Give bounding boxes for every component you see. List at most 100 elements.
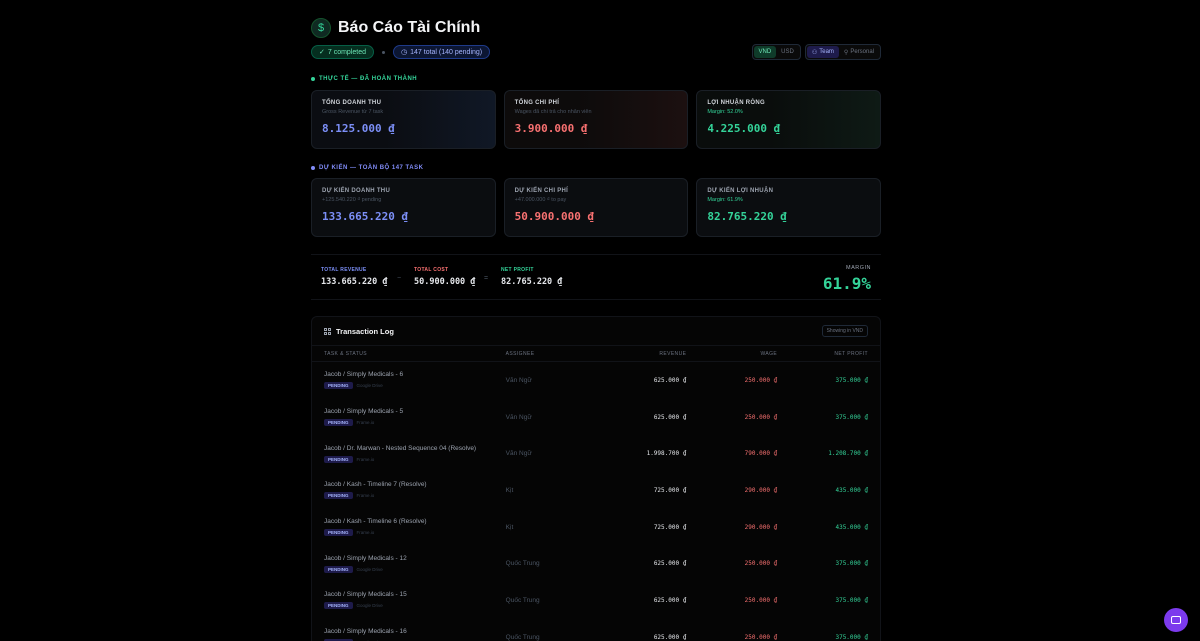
margin-label: MARGIN (846, 265, 871, 271)
column-header-assignee: ASSIGNEE (505, 350, 535, 357)
card-sub: Margin: 52.0% (707, 109, 743, 115)
table-row[interactable]: Jacob / Simply Medicals - 15 PENDING Googl… (312, 582, 880, 619)
assignee-cell: Kịt (505, 523, 514, 531)
projected-revenue-card: DỰ KIẾN DOANH THU +125.540.220 ₫ pending… (311, 178, 496, 237)
summary-revenue-label: TOTAL REVENUE (321, 267, 367, 273)
revenue-cell: 1.998.700 ₫ (646, 450, 687, 458)
status-chips: ✓ 7 completed ◷ 147 total (140 pending) (311, 45, 491, 59)
table-header: TASK & STATUS ASSIGNEE REVENUE WAGE NET … (312, 346, 880, 362)
summary-cost-label: TOTAL COST (414, 267, 449, 273)
card-value: 3.900.000 ₫ (514, 122, 588, 135)
column-header-task: TASK & STATUS (324, 350, 367, 357)
card-value: 50.900.000 ₫ (514, 210, 595, 223)
wage-cell: 790.000 ₫ (744, 450, 778, 458)
summary-profit: NET PROFIT 82.765.220 ₫ (501, 267, 562, 287)
transaction-log: Transaction Log Showing in VND TASK & ST… (311, 316, 881, 641)
assignee-cell: Kịt (505, 486, 514, 494)
net-profit-cell: 375.000 ₫ (835, 560, 868, 568)
card-label: DỰ KIẾN LỢI NHUẬN (707, 188, 774, 194)
table-row[interactable]: Jacob / Simply Medicals - 16PENDINGGoogl… (312, 619, 880, 641)
person-icon: ⚲ (843, 49, 849, 56)
wage-cell: 250.000 ₫ (744, 596, 778, 604)
task-source: Frame.io (356, 493, 375, 499)
task-source: Frame.io (356, 456, 375, 462)
task-name: Jacob / Simply Medicals - 15 (324, 591, 407, 599)
wage-cell: 250.000 ₫ (744, 376, 778, 384)
task-cell: Jacob / Simply Medicals - 12 PENDING Googl… (324, 555, 506, 573)
net-profit-cell: 375.000 ₫ (835, 413, 868, 421)
showing-currency-badge: Showing in VND (821, 325, 868, 337)
actual-profit-card: LỢI NHUẬN RÒNG Margin: 52.0% 4.225.000 ₫ (696, 90, 882, 149)
summary-cost-value: 50.900.000 ₫ (414, 277, 476, 287)
table-row[interactable]: Jacob / Kash - Timeline 6 (Resolve) PENDI… (312, 509, 880, 546)
minus-sign: − (397, 275, 402, 282)
scope-team-label: Team (819, 49, 834, 55)
task-name: Jacob / Simply Medicals - 16 (324, 628, 407, 636)
table-row[interactable]: Jacob / Simply Medicals - 6 PENDING Google… (312, 362, 880, 399)
currency-toggle: VND USD (751, 44, 801, 60)
currency-option-vnd[interactable]: VND (753, 46, 777, 58)
page-title: Báo Cáo Tài Chính (338, 19, 481, 36)
summary-revenue: TOTAL REVENUE 133.665.220 ₫ (321, 267, 388, 287)
log-header: Transaction Log Showing in VND (312, 317, 880, 346)
scope-option-team[interactable]: ⚇ Team (806, 46, 839, 58)
assignee-cell: Quốc Trung (505, 596, 540, 604)
table-row[interactable]: Jacob / Simply Medicals - 12 PENDING Googl… (312, 545, 880, 582)
projected-profit-card: DỰ KIẾN LỢI NHUẬN Margin: 61.9% 82.765.2… (696, 178, 882, 237)
section-dot-icon (311, 77, 315, 81)
scope-option-personal[interactable]: ⚲ Personal (839, 46, 879, 58)
assignee-cell: Văn Ngữ (505, 413, 532, 421)
status-badge: PENDING (324, 382, 353, 390)
task-name: Jacob / Simply Medicals - 12 (324, 554, 407, 562)
table-row[interactable]: Jacob / Kash - Timeline 7 (Resolve) PENDI… (312, 472, 880, 509)
task-name: Jacob / Kash - Timeline 6 (Resolve) (324, 518, 427, 526)
task-source: Google Drive (356, 566, 383, 572)
table-row[interactable]: Jacob / Simply Medicals - 5 PENDING Frame.… (312, 399, 880, 436)
task-source: Google Drive (356, 383, 383, 389)
projected-section-text: DỰ KIẾN — TOÀN BỘ 147 TASK (319, 165, 424, 171)
clock-icon: ◷ (401, 49, 408, 56)
actual-cards: TỔNG DOANH THU Gross Revenue từ 7 task 8… (311, 90, 882, 149)
task-source: Frame.io (356, 530, 375, 536)
summary-profit-value: 82.765.220 ₫ (501, 277, 563, 287)
net-profit-cell: 375.000 ₫ (835, 633, 868, 641)
summary-profit-label: NET PROFIT (501, 267, 534, 273)
assignee-cell: Quốc Trung (505, 633, 540, 641)
task-meta: PENDING Frame.io (324, 492, 506, 500)
table-row[interactable]: Jacob / Dr. Marwan - Nested Sequence 04 … (312, 435, 880, 472)
chat-button[interactable] (1164, 608, 1188, 632)
team-icon: ⚇ (811, 49, 818, 56)
actual-revenue-card: TỔNG DOANH THU Gross Revenue từ 7 task 8… (311, 90, 496, 149)
task-source: Google Drive (356, 603, 383, 609)
status-badge: PENDING (324, 565, 353, 573)
scope-toggle: ⚇ Team ⚲ Personal (804, 44, 881, 60)
margin-summary: MARGIN 61.9% (823, 265, 871, 293)
card-sub: Gross Revenue từ 7 task (322, 109, 384, 115)
column-header-revenue: REVENUE (659, 350, 687, 357)
card-value: 4.225.000 ₫ (707, 122, 781, 135)
task-name: Jacob / Kash - Timeline 7 (Resolve) (324, 481, 427, 489)
margin-value: 61.9% (822, 274, 871, 293)
wage-cell: 250.000 ₫ (744, 413, 778, 421)
card-sub: +125.540.220 ₫ pending (322, 197, 382, 203)
currency-option-usd[interactable]: USD (776, 46, 799, 58)
wage-cell: 250.000 ₫ (744, 560, 778, 568)
task-meta: PENDINGGoogle Drive (324, 382, 506, 390)
total-chip: ◷ 147 total (140 pending) (393, 45, 491, 59)
card-sub: Margin: 61.9% (707, 197, 743, 203)
log-title: Transaction Log (324, 327, 394, 336)
status-badge: PENDING (324, 529, 353, 537)
actual-section-text: THỰC TẾ — ĐÃ HOÀN THÀNH (319, 76, 418, 82)
revenue-cell: 625.000 ₫ (653, 633, 687, 641)
card-sub: +47.000.000 ₫ to pay (514, 197, 567, 203)
task-cell: Jacob / Simply Medicals - 16PENDINGGoogl… (324, 628, 506, 641)
task-cell: Jacob / Simply Medicals - 6 PENDING Google… (324, 371, 506, 390)
card-label: TỔNG CHI PHÍ (514, 100, 560, 106)
completed-chip-label: 7 completed (327, 48, 367, 56)
net-profit-cell: 435.000 ₫ (835, 486, 868, 494)
task-cell: Jacob / Simply Medicals - 15 PENDING Googl… (324, 591, 506, 610)
task-source: Frame.io (356, 420, 375, 426)
task-meta: PENDING Frame.io (324, 419, 506, 427)
status-badge: PENDING (324, 602, 353, 610)
card-value: 8.125.000 ₫ (322, 122, 395, 135)
